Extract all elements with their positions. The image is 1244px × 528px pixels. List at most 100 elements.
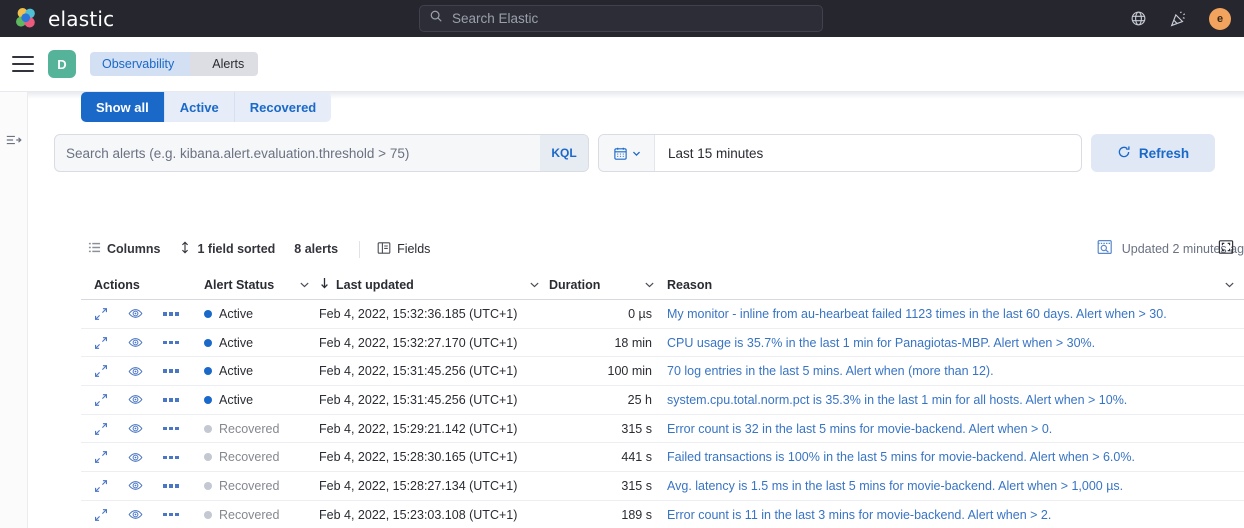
reason-cell[interactable]: Failed transactions is 100% in the last … [664,450,1244,464]
date-range-value[interactable]: Last 15 minutes [655,135,1081,171]
eye-icon[interactable] [128,507,143,522]
reason-link[interactable]: CPU usage is 35.7% in the last 1 min for… [667,336,1095,350]
tab-recovered[interactable]: Recovered [235,92,331,122]
brand[interactable]: elastic [14,6,114,31]
more-actions-icon[interactable] [163,513,179,517]
kql-language-badge[interactable]: KQL [540,135,588,171]
expand-icon[interactable] [94,479,108,493]
expand-icon[interactable] [94,307,108,321]
status-label: Recovered [219,422,279,436]
status-dot-icon [204,425,212,433]
last-updated-cell: Feb 4, 2022, 15:32:36.185 (UTC+1) [319,307,549,321]
table-row[interactable]: ActiveFeb 4, 2022, 15:31:45.256 (UTC+1)1… [81,357,1244,386]
alerts-count: 8 alerts [294,242,338,256]
column-header-actions-label: Actions [94,278,140,292]
chevron-down-icon[interactable] [644,279,664,290]
grid-toolbar: Columns 1 field sorted 8 alerts Fields [88,236,1234,262]
reason-link[interactable]: Error count is 11 in the last 3 mins for… [667,508,1051,522]
reason-cell[interactable]: system.cpu.total.norm.pct is 35.3% in th… [664,393,1244,407]
space-badge[interactable]: D [48,50,76,78]
expand-icon[interactable] [94,422,108,436]
expand-sidebar-icon[interactable] [5,132,23,153]
table-row[interactable]: RecoveredFeb 4, 2022, 15:28:27.134 (UTC+… [81,472,1244,501]
expand-icon[interactable] [94,393,108,407]
table-row[interactable]: RecoveredFeb 4, 2022, 15:28:30.165 (UTC+… [81,443,1244,472]
reason-link[interactable]: Failed transactions is 100% in the last … [667,450,1135,464]
row-actions [81,392,204,407]
reason-link[interactable]: system.cpu.total.norm.pct is 35.3% in th… [667,393,1127,407]
brand-name: elastic [48,7,114,31]
fullscreen-icon[interactable] [1218,239,1234,260]
chevron-down-icon[interactable] [529,279,549,290]
more-actions-icon[interactable] [163,369,179,373]
fields-label: Fields [397,242,430,256]
column-header-reason[interactable]: Reason [664,278,1244,292]
status-label: Active [219,393,253,407]
reason-cell[interactable]: My monitor - inline from au-hearbeat fai… [664,307,1244,321]
toolbar-divider [359,241,360,258]
more-actions-icon[interactable] [163,341,179,345]
elastic-logo-icon [14,6,39,31]
eye-icon[interactable] [128,478,143,493]
help-globe-icon[interactable] [1130,10,1147,27]
eye-icon[interactable] [128,421,143,436]
status-badge: Active [204,307,319,321]
reason-link[interactable]: My monitor - inline from au-hearbeat fai… [667,307,1167,321]
global-search-input[interactable]: Search Elastic [419,5,823,32]
table-row[interactable]: ActiveFeb 4, 2022, 15:32:36.185 (UTC+1)0… [81,300,1244,329]
chevron-down-icon[interactable] [1224,279,1244,290]
last-updated-cell: Feb 4, 2022, 15:29:21.142 (UTC+1) [319,422,549,436]
more-actions-icon[interactable] [163,398,179,402]
eye-icon[interactable] [128,306,143,321]
tab-active[interactable]: Active [165,92,235,122]
inspect-icon[interactable] [1097,239,1113,260]
column-header-alert-status[interactable]: Alert Status [204,278,319,292]
tab-show-all[interactable]: Show all [81,92,165,122]
column-header-last-updated[interactable]: Last updated [319,277,549,292]
row-actions [81,421,204,436]
calendar-icon[interactable] [599,135,655,171]
table-row[interactable]: ActiveFeb 4, 2022, 15:32:27.170 (UTC+1)1… [81,329,1244,358]
duration-cell: 0 µs [549,307,664,321]
last-updated-cell: Feb 4, 2022, 15:28:30.165 (UTC+1) [319,450,549,464]
avatar[interactable]: e [1209,8,1231,30]
expand-icon[interactable] [94,450,108,464]
more-actions-icon[interactable] [163,312,179,316]
more-actions-icon[interactable] [163,484,179,488]
announcements-icon[interactable] [1169,10,1187,28]
eye-icon[interactable] [128,450,143,465]
breadcrumb-item-observability[interactable]: Observability [90,52,192,76]
sort-descending-icon [319,277,330,292]
search-icon [429,9,443,28]
table-row[interactable]: ActiveFeb 4, 2022, 15:31:45.256 (UTC+1)2… [81,386,1244,415]
expand-icon[interactable] [94,508,108,522]
table-row[interactable]: Recovered Feb 4, 2022, 15:29:21.142 (UTC+… [81,415,1244,444]
sort-fields-button[interactable]: 1 field sorted [179,241,275,257]
table-row[interactable]: RecoveredFeb 4, 2022, 15:23:03.108 (UTC+… [81,501,1244,528]
table-header-row: Actions Alert Status Last updated [81,270,1244,300]
reason-cell[interactable]: 70 log entries in the last 5 mins. Alert… [664,364,1244,378]
expand-icon[interactable] [94,364,108,378]
search-alerts-input[interactable]: Search alerts (e.g. kibana.alert.evaluat… [54,134,589,172]
more-actions-icon[interactable] [163,456,179,460]
expand-icon[interactable] [94,336,108,350]
reason-link[interactable]: 70 log entries in the last 5 mins. Alert… [667,364,994,378]
refresh-icon [1117,145,1131,162]
reason-link[interactable]: Error count is 32 in the last 5 mins for… [667,422,1052,436]
reason-cell[interactable]: Error count is 11 in the last 3 mins for… [664,508,1244,522]
columns-button[interactable]: Columns [88,241,160,257]
chevron-down-icon[interactable] [299,279,319,290]
eye-icon[interactable] [128,364,143,379]
column-header-duration[interactable]: Duration [549,278,664,292]
more-actions-icon[interactable] [163,427,179,431]
refresh-button[interactable]: Refresh [1091,134,1215,172]
reason-cell[interactable]: Avg. latency is 1.5 ms in the last 5 min… [664,479,1244,493]
fields-button[interactable]: Fields [377,241,430,258]
eye-icon[interactable] [128,335,143,350]
breadcrumb-item-alerts[interactable]: Alerts [190,52,258,76]
hamburger-menu-icon[interactable] [12,56,34,72]
eye-icon[interactable] [128,392,143,407]
reason-link[interactable]: Avg. latency is 1.5 ms in the last 5 min… [667,479,1123,493]
reason-cell[interactable]: Error count is 32 in the last 5 mins for… [664,422,1244,436]
reason-cell[interactable]: CPU usage is 35.7% in the last 1 min for… [664,336,1244,350]
